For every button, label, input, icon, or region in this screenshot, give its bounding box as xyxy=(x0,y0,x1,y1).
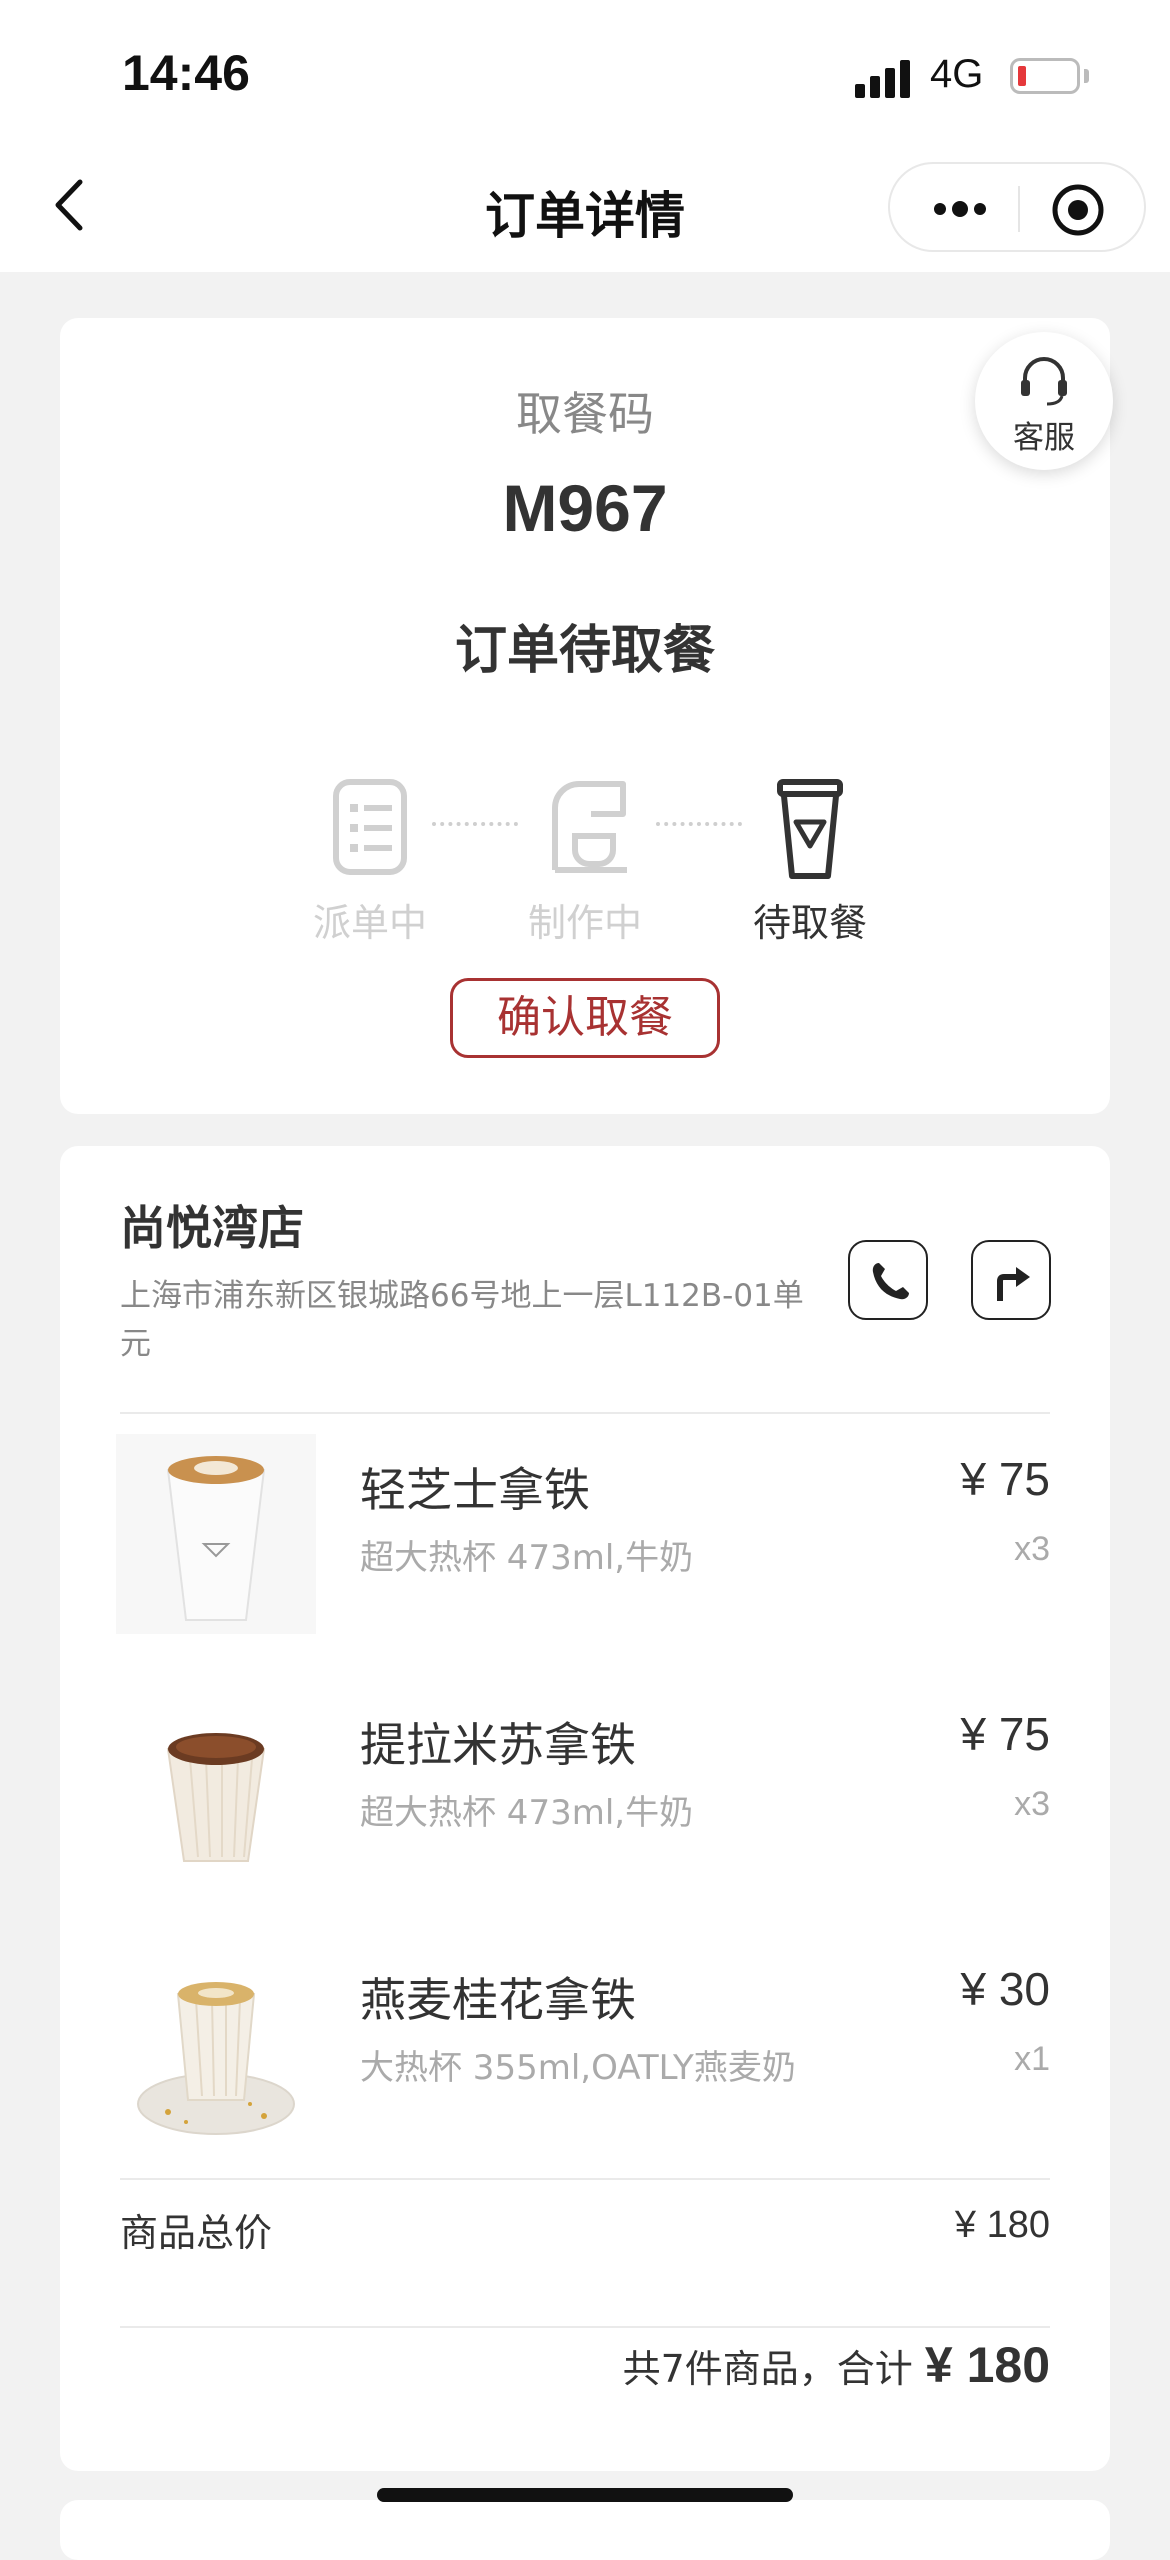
step-connector xyxy=(656,822,742,830)
navigate-icon xyxy=(997,1267,1030,1301)
signal-icon xyxy=(855,58,915,98)
confirm-pickup-button[interactable]: 确认取餐 xyxy=(450,978,720,1058)
pickup-code-label: 取餐码 xyxy=(516,387,654,441)
next-card xyxy=(60,2500,1110,2560)
list-icon xyxy=(333,779,407,875)
capsule-divider xyxy=(1018,186,1020,232)
white-cup-latte-image xyxy=(116,1434,316,1634)
network-type: 4G xyxy=(930,52,984,96)
order-card: 尚悦湾店 上海市浦东新区银城路66号地上一层L112B-01单元 轻芝士拿铁 超… xyxy=(60,1146,1110,2471)
nav-bar: 订单详情 xyxy=(0,140,1170,272)
target-icon xyxy=(1052,184,1104,236)
step-dispatching: 派单中 xyxy=(312,901,427,945)
call-store-button[interactable] xyxy=(848,1240,928,1320)
tiramisu-cup-image xyxy=(166,1733,266,1862)
more-button[interactable] xyxy=(920,184,1000,234)
item-spec: 大热杯 355ml,OATLY燕麦奶 xyxy=(360,2048,796,2088)
order-item[interactable]: 轻芝士拿铁 超大热杯 473ml,牛奶 ¥ 75 x3 xyxy=(60,1424,1110,1654)
home-indicator xyxy=(377,2488,793,2502)
phone-icon xyxy=(872,1263,909,1300)
cup-icon xyxy=(777,779,843,879)
osmanthus-cup-image xyxy=(137,1982,295,2135)
total-amount: ¥ 180 xyxy=(924,2337,1050,2393)
item-price: ¥ 75 xyxy=(960,1708,1050,1760)
navigate-button[interactable] xyxy=(971,1240,1051,1320)
mini-program-capsule xyxy=(888,162,1146,252)
divider xyxy=(120,1412,1050,1414)
total-row: 共7件商品，合计 ¥ 180 xyxy=(623,2336,1050,2394)
subtotal-value: ¥ 180 xyxy=(954,2204,1050,2246)
item-name: 轻芝士拿铁 xyxy=(360,1463,590,1517)
pickup-card: 客服 取餐码 M967 订单待取餐 派单中 制作中 待取餐 确认取餐 xyxy=(60,318,1113,1114)
battery-icon xyxy=(1010,58,1080,94)
close-miniprogram-button[interactable] xyxy=(1050,182,1106,238)
store-name: 尚悦湾店 xyxy=(120,1201,304,1255)
order-item[interactable]: 提拉米苏拿铁 超大热杯 473ml,牛奶 ¥ 75 x3 xyxy=(60,1679,1110,1909)
step-preparing: 制作中 xyxy=(527,901,642,945)
coffee-machine-icon xyxy=(552,781,627,873)
item-quantity: x3 xyxy=(1014,1785,1050,1823)
more-dots-icon xyxy=(934,201,986,217)
total-prefix: 共7件商品，合计 xyxy=(622,2347,925,2391)
item-spec: 超大热杯 473ml,牛奶 xyxy=(360,1538,694,1578)
order-status: 订单待取餐 xyxy=(454,621,715,681)
item-quantity: x3 xyxy=(1014,1530,1050,1568)
item-name: 燕麦桂花拿铁 xyxy=(360,1973,636,2027)
battery-cap xyxy=(1084,69,1089,83)
status-time: 14:46 xyxy=(122,45,250,101)
item-quantity: x1 xyxy=(1014,2040,1050,2078)
item-spec: 超大热杯 473ml,牛奶 xyxy=(360,1793,694,1833)
step-connector xyxy=(432,822,518,830)
subtotal-label: 商品总价 xyxy=(120,2211,273,2255)
item-price: ¥ 30 xyxy=(960,1963,1050,2015)
pickup-code: M967 xyxy=(502,471,668,545)
divider xyxy=(120,2178,1050,2180)
divider xyxy=(120,2326,1050,2328)
store-address: 上海市浦东新区银城路66号地上一层L112B-01单元 xyxy=(120,1278,804,1362)
item-price: ¥ 75 xyxy=(960,1453,1050,1505)
step-ready-pickup: 待取餐 xyxy=(752,901,867,945)
order-item[interactable]: 燕麦桂花拿铁 大热杯 355ml,OATLY燕麦奶 ¥ 30 x1 xyxy=(60,1934,1110,2164)
item-name: 提拉米苏拿铁 xyxy=(360,1718,636,1772)
status-bar: 14:46 4G xyxy=(0,0,1170,140)
